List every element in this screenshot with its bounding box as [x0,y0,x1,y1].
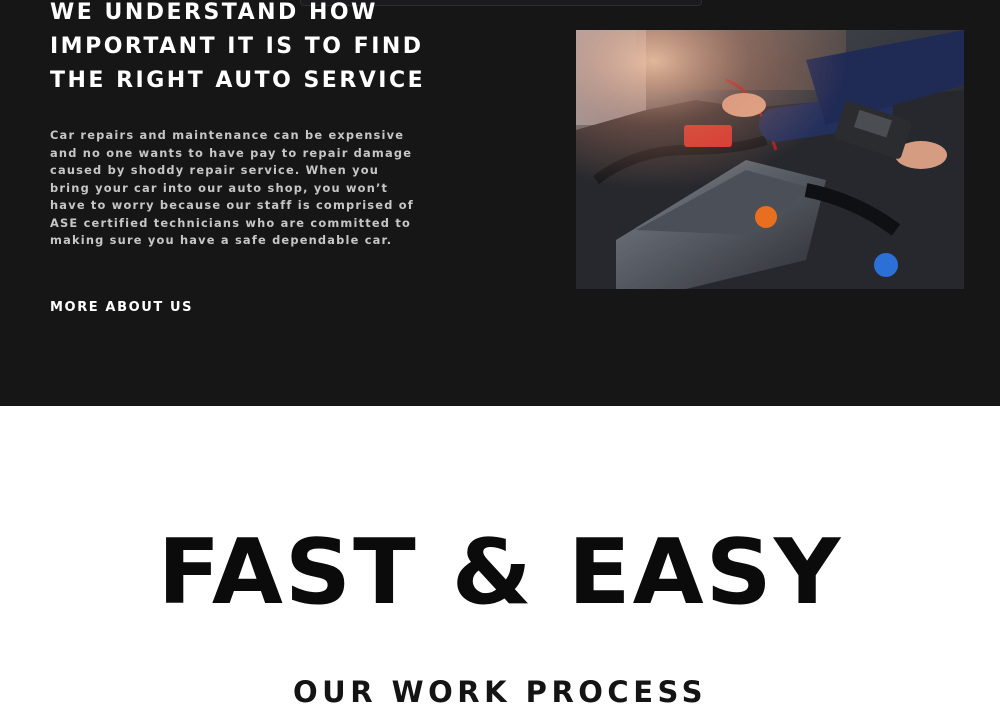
more-about-us-link[interactable]: MORE ABOUT US [50,300,193,315]
work-process-section: FAST & EASY OUR WORK PROCESS [0,406,1000,709]
about-heading-line-3: THE RIGHT AUTO SERVICE [50,68,426,93]
process-title: FAST & EASY [157,520,843,625]
process-subtitle: OUR WORK PROCESS [293,675,707,709]
engine-photo-illustration [576,30,964,289]
about-heading-line-1: WE UNDERSTAND HOW [50,0,378,25]
about-description: Car repairs and maintenance can be expen… [50,128,414,247]
about-heading: WE UNDERSTAND HOW IMPORTANT IT IS TO FIN… [50,0,450,98]
about-heading-line-2: IMPORTANT IT IS TO FIND [50,34,424,59]
about-section: WE UNDERSTAND HOW IMPORTANT IT IS TO FIN… [0,0,1000,406]
engine-photo [576,30,964,289]
